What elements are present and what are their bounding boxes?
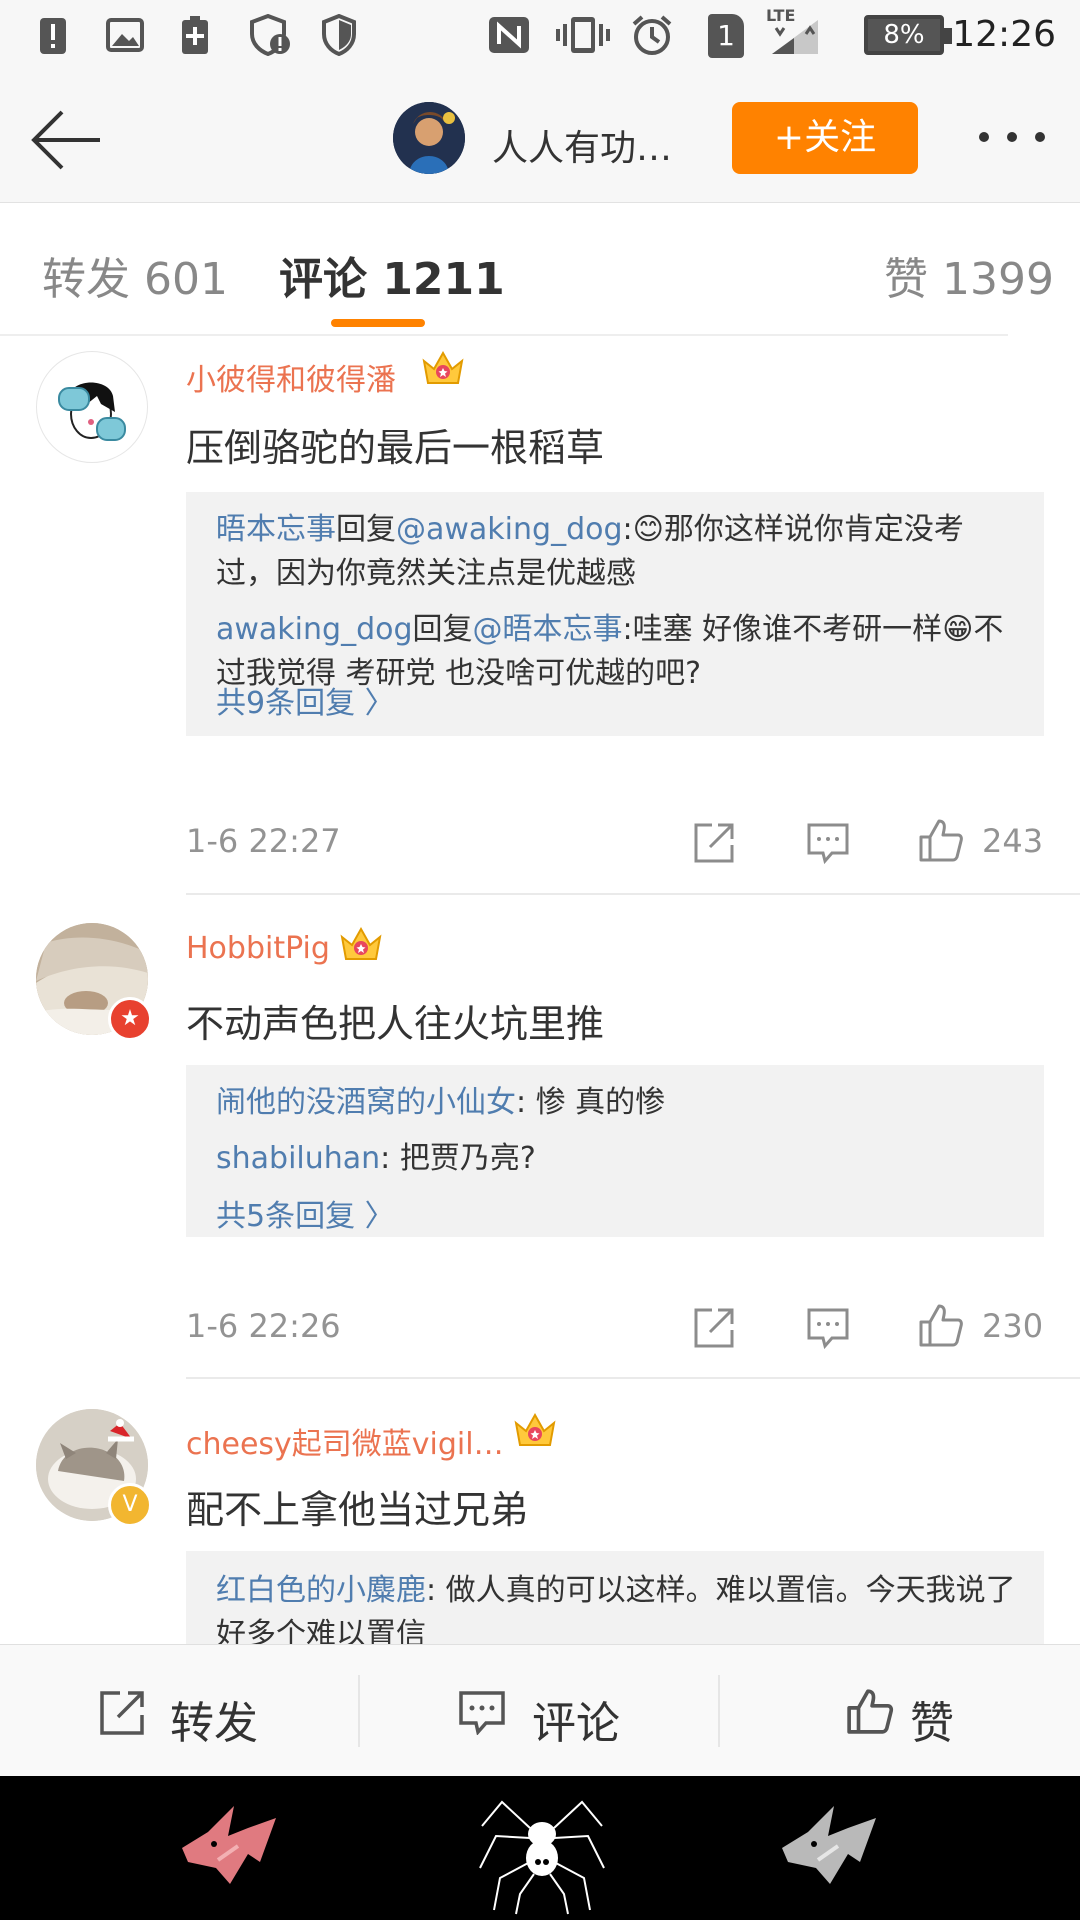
view-all-replies-link[interactable]: 共9条回复 〉 xyxy=(216,678,395,722)
battery-icon: 8% xyxy=(864,15,952,55)
like-icon[interactable] xyxy=(918,1302,964,1348)
vibrate-icon xyxy=(556,17,610,53)
reply-text: : 把贾乃亮? xyxy=(380,1141,536,1176)
nav-recents-icon[interactable] xyxy=(778,1798,888,1898)
reply-text: : 惨 真的惨 xyxy=(516,1085,666,1120)
reply-icon[interactable] xyxy=(806,1306,850,1350)
reply-target-link[interactable]: @awaking_dog xyxy=(396,512,623,547)
reply-preview-box[interactable]: 晤本忘事回复@awaking_dog:😊那你这样说你肯定没考过，因为你竟然关注点… xyxy=(186,492,1044,736)
reply-user-link[interactable]: shabiluhan xyxy=(216,1141,380,1176)
shield-icon xyxy=(322,14,356,56)
share-icon[interactable] xyxy=(692,1306,736,1350)
nav-back-icon[interactable] xyxy=(178,1798,288,1898)
avatar[interactable] xyxy=(36,351,148,463)
comment-username[interactable]: cheesy起司微蓝vigil… xyxy=(186,1419,504,1463)
reply-user-link[interactable]: 闹他的没酒窝的小仙女 xyxy=(216,1085,516,1120)
reply-user-link[interactable]: 红白色的小麋鹿 xyxy=(216,1573,426,1608)
like-icon[interactable] xyxy=(846,1687,894,1735)
reply-line: shabiluhan: 把贾乃亮? xyxy=(216,1137,1016,1181)
like-count: 230 xyxy=(982,1307,1044,1345)
verified-badge-icon: V xyxy=(108,1483,152,1527)
reply-verb: 回复 xyxy=(336,512,396,547)
sim-icon: 1 xyxy=(708,14,744,58)
tab-comments[interactable]: 评论 1211 xyxy=(279,243,505,307)
repost-icon[interactable] xyxy=(98,1689,146,1737)
alarm-icon xyxy=(632,15,672,55)
battery-saver-icon xyxy=(182,16,208,54)
share-icon[interactable] xyxy=(692,821,736,865)
bottom-bar-divider xyxy=(718,1675,720,1747)
comment-text: 配不上拿他当过兄弟 xyxy=(186,1488,529,1532)
comment-button[interactable]: 评论 xyxy=(532,1687,620,1751)
nav-home-icon[interactable] xyxy=(472,1782,612,1916)
top-header: 人人有功… +关注 xyxy=(0,75,1080,203)
reply-line: 晤本忘事回复@awaking_dog:😊那你这样说你肯定没考过，因为你竟然关注点… xyxy=(216,508,1016,596)
comment-item: 小彼得和彼得潘 压倒骆驼的最后一根稻草 晤本忘事回复@awaking_dog:😊… xyxy=(0,335,1080,895)
reply-user-link[interactable]: awaking_dog xyxy=(216,612,413,647)
comment-text: 不动声色把人往火坑里推 xyxy=(186,1002,605,1046)
bottom-action-bar: 转发 评论 赞 xyxy=(0,1644,1080,1777)
comment-text: 压倒骆驼的最后一根稻草 xyxy=(186,426,605,470)
view-all-replies-link[interactable]: 共5条回复 〉 xyxy=(216,1191,395,1235)
comment-username[interactable]: 小彼得和彼得潘 xyxy=(186,355,396,399)
system-nav-bar xyxy=(0,1776,1080,1920)
reply-icon[interactable] xyxy=(806,821,850,865)
alert-icon xyxy=(40,18,66,54)
post-author-name[interactable]: 人人有功… xyxy=(492,119,672,171)
vip-crown-icon xyxy=(340,926,382,960)
image-icon xyxy=(106,18,144,52)
tab-likes[interactable]: 赞 1399 xyxy=(884,243,1054,307)
reply-target-link[interactable]: @晤本忘事 xyxy=(473,612,623,647)
status-bar: 1 LTE 8% 12:26 xyxy=(0,0,1080,75)
reply-preview-box[interactable]: 闹他的没酒窝的小仙女: 惨 真的惨 shabiluhan: 把贾乃亮? 共5条回… xyxy=(186,1065,1044,1237)
follow-button[interactable]: +关注 xyxy=(732,102,918,174)
reply-line: 闹他的没酒窝的小仙女: 惨 真的惨 xyxy=(216,1081,1016,1125)
tabs-bar: 转发 601 评论 1211 赞 1399 xyxy=(0,203,1080,336)
reply-preview-box[interactable]: 红白色的小麋鹿: 做人真的可以这样。难以置信。今天我说了好多个难以置信 xyxy=(186,1551,1044,1644)
reply-verb: 回复 xyxy=(412,612,473,647)
bottom-bar-divider xyxy=(358,1675,360,1747)
tab-repost[interactable]: 转发 601 xyxy=(42,243,228,307)
comment-timestamp: 1-6 22:26 xyxy=(186,1307,341,1345)
like-icon[interactable] xyxy=(918,817,964,863)
active-tab-indicator xyxy=(331,319,425,327)
like-count: 243 xyxy=(982,822,1044,860)
back-arrow-icon[interactable] xyxy=(28,107,104,173)
like-button[interactable]: 赞 xyxy=(910,1687,954,1751)
signal-icon xyxy=(772,20,818,54)
more-dots-icon[interactable] xyxy=(976,127,1048,147)
comment-item: ★ HobbitPig 不动声色把人往火坑里推 闹他的没酒窝的小仙女: 惨 真的… xyxy=(0,895,1080,1379)
shield-alert-icon xyxy=(250,14,290,56)
vip-crown-icon xyxy=(514,1412,556,1446)
comment-icon[interactable] xyxy=(458,1689,506,1735)
nfc-icon xyxy=(489,17,529,53)
clock: 12:26 xyxy=(952,14,1056,55)
reply-line: 红白色的小麋鹿: 做人真的可以这样。难以置信。今天我说了好多个难以置信 xyxy=(216,1569,1016,1644)
verified-badge-icon: ★ xyxy=(108,997,152,1041)
comment-username[interactable]: HobbitPig xyxy=(186,931,330,966)
comment-timestamp: 1-6 22:27 xyxy=(186,822,341,860)
author-avatar[interactable] xyxy=(393,102,465,174)
repost-button[interactable]: 转发 xyxy=(170,1687,258,1751)
reply-user-link[interactable]: 晤本忘事 xyxy=(216,512,336,547)
comment-item: V cheesy起司微蓝vigil… 配不上拿他当过兄弟 红白色的小麋鹿: 做人… xyxy=(0,1379,1080,1644)
vip-crown-icon xyxy=(422,350,464,384)
